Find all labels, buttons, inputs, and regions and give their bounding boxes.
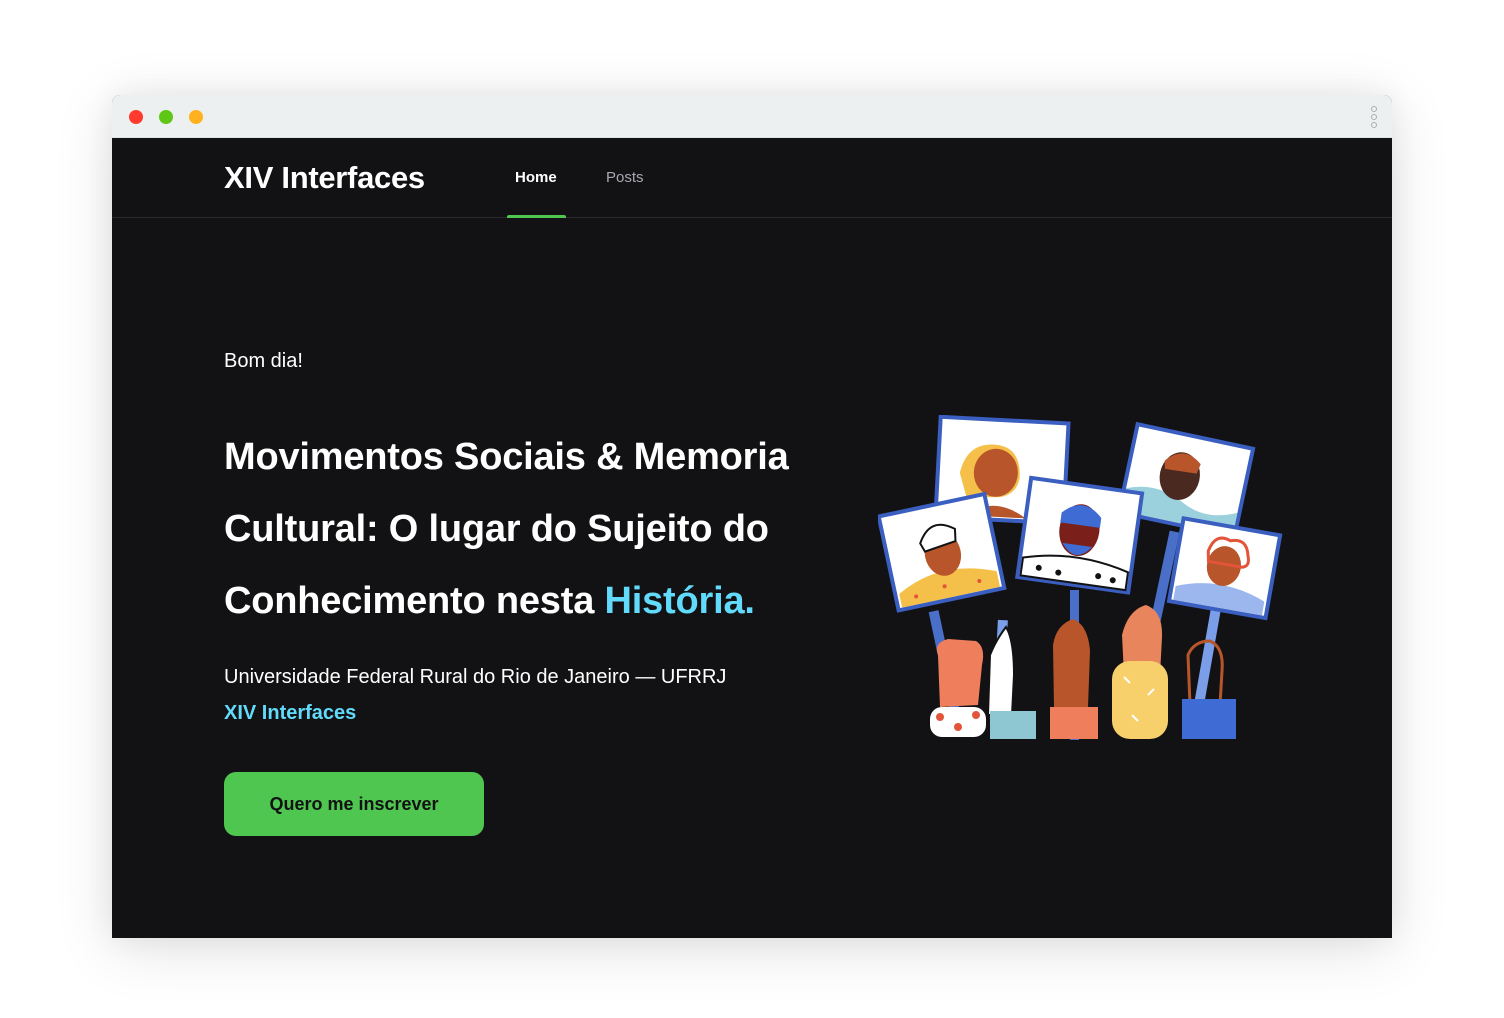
maximize-window-button[interactable] xyxy=(189,110,203,124)
hero-headline: Movimentos Sociais & Memoria Cultural: O… xyxy=(224,421,844,637)
kebab-vertical-icon[interactable] xyxy=(1370,106,1378,130)
university-subtitle: Universidade Federal Rural do Rio de Jan… xyxy=(224,666,727,688)
active-nav-indicator xyxy=(507,215,566,218)
site-navbar: XIV Interfaces Home Posts xyxy=(112,138,1392,218)
subscribe-button[interactable]: Quero me inscrever xyxy=(224,772,484,836)
close-window-button[interactable] xyxy=(129,110,143,124)
greeting-text: Bom dia! xyxy=(224,350,303,372)
nav-link-home[interactable]: Home xyxy=(515,169,557,186)
event-link[interactable]: XIV Interfaces xyxy=(224,702,356,725)
headline-accent-text: História. xyxy=(604,580,755,622)
site-brand[interactable]: XIV Interfaces xyxy=(224,160,425,196)
browser-titlebar xyxy=(112,95,1392,138)
nav-link-posts[interactable]: Posts xyxy=(606,169,644,186)
browser-window: XIV Interfaces Home Posts Bom dia! Movim… xyxy=(112,95,1392,938)
protest-signs-illustration xyxy=(878,415,1283,740)
minimize-window-button[interactable] xyxy=(159,110,173,124)
